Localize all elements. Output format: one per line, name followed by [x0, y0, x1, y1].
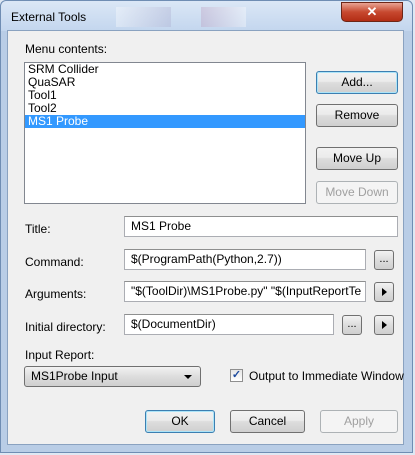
- arguments-field[interactable]: "$(ToolDir)\MS1Probe.py" "$(InputReportT…: [124, 281, 366, 302]
- command-label: Command:: [25, 255, 84, 269]
- input-report-dropdown[interactable]: MS1Probe Input: [24, 366, 201, 387]
- list-item-selected[interactable]: MS1 Probe: [25, 115, 305, 128]
- arguments-label: Arguments:: [25, 287, 87, 301]
- title-label: Title:: [25, 222, 51, 236]
- initial-directory-label: Initial directory:: [25, 320, 106, 334]
- title-field[interactable]: MS1 Probe: [124, 216, 398, 237]
- play-arrow-icon: [382, 288, 387, 296]
- list-item[interactable]: QuaSAR: [25, 76, 305, 89]
- move-up-button[interactable]: Move Up: [316, 147, 398, 170]
- command-browse-button[interactable]: ...: [374, 250, 394, 270]
- dropdown-arrow-icon: [184, 375, 192, 379]
- apply-button: Apply: [320, 410, 398, 433]
- title-bar: External Tools ✕: [1, 1, 412, 31]
- cancel-button[interactable]: Cancel: [230, 410, 305, 433]
- add-button[interactable]: Add...: [316, 71, 398, 94]
- list-item[interactable]: Tool1: [25, 89, 305, 102]
- menu-contents-label: Menu contents:: [25, 42, 108, 56]
- output-checkbox-label[interactable]: Output to Immediate Window: [249, 369, 404, 383]
- play-arrow-icon: [382, 321, 387, 329]
- ok-button[interactable]: OK: [145, 410, 215, 433]
- close-button[interactable]: ✕: [341, 2, 403, 22]
- background-artifact: [116, 7, 171, 27]
- command-field[interactable]: $(ProgramPath(Python,2.7)): [124, 249, 366, 270]
- directory-browse-button[interactable]: ...: [342, 315, 362, 335]
- checkmark-icon: ✓: [231, 369, 242, 381]
- initial-directory-field[interactable]: $(DocumentDir): [124, 314, 334, 335]
- close-icon: ✕: [366, 4, 378, 19]
- output-checkbox[interactable]: ✓: [230, 369, 243, 382]
- input-report-label: Input Report:: [25, 348, 95, 362]
- arguments-macro-button[interactable]: [374, 282, 394, 302]
- remove-button[interactable]: Remove: [316, 104, 398, 127]
- window-title: External Tools: [11, 10, 87, 24]
- directory-macro-button[interactable]: [374, 315, 394, 335]
- background-artifact: [201, 7, 246, 27]
- menu-contents-list[interactable]: SRM Collider QuaSAR Tool1 Tool2 MS1 Prob…: [24, 62, 306, 204]
- move-down-button: Move Down: [316, 181, 398, 204]
- input-report-value: MS1Probe Input: [31, 369, 118, 383]
